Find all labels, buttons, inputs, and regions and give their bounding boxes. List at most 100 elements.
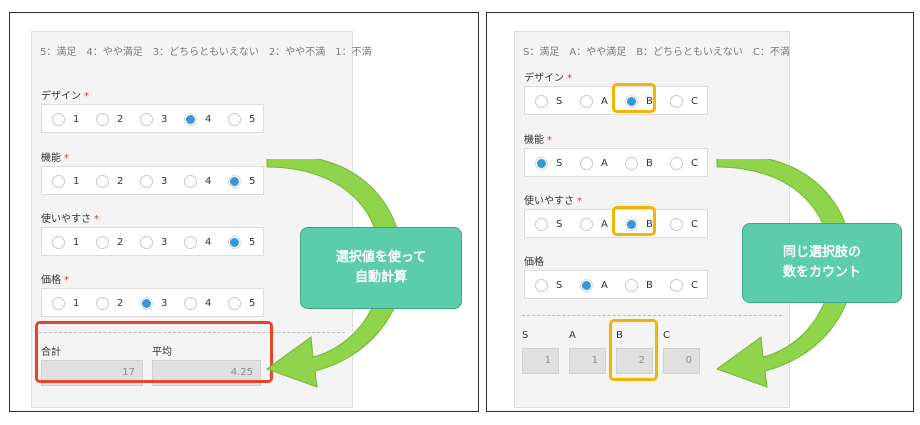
scale-legend: S：満足 A：やや満足 B：どちらともいえない C：不満 xyxy=(523,47,790,58)
radio-unchecked-icon[interactable] xyxy=(670,156,683,170)
radio-option[interactable]: 4 xyxy=(184,174,211,188)
radio-option[interactable]: 1 xyxy=(52,174,79,188)
radio-unchecked-icon[interactable] xyxy=(184,235,197,249)
radio-unchecked-icon[interactable] xyxy=(580,94,593,108)
required-mark: * xyxy=(577,196,582,207)
right-example-panel: S：満足 A：やや満足 B：どちらともいえない C：不満 デザイン * SABC … xyxy=(486,12,914,412)
radio-option[interactable]: 4 xyxy=(184,235,211,249)
radio-option-label: C xyxy=(691,95,698,107)
radio-option[interactable]: S xyxy=(535,94,562,108)
radio-option[interactable]: S xyxy=(535,217,562,231)
radio-checked-icon[interactable] xyxy=(140,296,153,310)
radio-option[interactable]: 1 xyxy=(52,296,79,310)
radio-unchecked-icon[interactable] xyxy=(140,112,153,126)
radio-unchecked-icon[interactable] xyxy=(670,278,683,292)
radio-option[interactable]: B xyxy=(625,278,653,292)
radio-unchecked-icon[interactable] xyxy=(670,94,683,108)
radio-unchecked-icon[interactable] xyxy=(96,174,109,188)
count-field-a: 1 xyxy=(569,348,606,374)
radio-unchecked-icon[interactable] xyxy=(580,156,593,170)
radio-option-label: C xyxy=(691,279,698,291)
radio-checked-icon[interactable] xyxy=(535,156,548,170)
radio-option[interactable]: C xyxy=(670,278,698,292)
radio-option[interactable]: S xyxy=(535,278,562,292)
radio-option[interactable]: 4 xyxy=(184,296,211,310)
radio-option-label: C xyxy=(691,157,698,169)
radio-option[interactable]: 3 xyxy=(140,112,167,126)
radio-option[interactable]: A xyxy=(580,278,608,292)
radio-unchecked-icon[interactable] xyxy=(535,278,548,292)
radio-option[interactable]: B xyxy=(625,156,653,170)
required-mark: * xyxy=(547,135,552,146)
highlight-usability-b xyxy=(612,206,656,236)
radio-option-label: A xyxy=(601,95,608,107)
radio-option-label: 4 xyxy=(205,236,212,248)
radio-option[interactable]: A xyxy=(580,217,608,231)
radio-unchecked-icon[interactable] xyxy=(52,235,65,249)
radio-option[interactable]: 5 xyxy=(228,174,255,188)
field-label-price: 価格 * xyxy=(41,275,69,286)
radio-option[interactable]: 2 xyxy=(96,112,123,126)
radio-option-label: 5 xyxy=(249,113,256,125)
radio-option-label: B xyxy=(646,157,653,169)
radio-option[interactable]: 2 xyxy=(96,296,123,310)
radio-unchecked-icon[interactable] xyxy=(228,296,241,310)
radio-option[interactable]: 5 xyxy=(228,296,255,310)
radio-option[interactable]: A xyxy=(580,94,608,108)
radio-unchecked-icon[interactable] xyxy=(535,94,548,108)
radio-option-label: 3 xyxy=(161,113,168,125)
radio-unchecked-icon[interactable] xyxy=(184,296,197,310)
radio-checked-icon[interactable] xyxy=(580,278,593,292)
left-example-panel: 5：満足 4：やや満足 3：どちらともいえない 2：やや不満 1：不満 デザイン… xyxy=(9,12,479,412)
radio-unchecked-icon[interactable] xyxy=(625,156,638,170)
radio-unchecked-icon[interactable] xyxy=(96,112,109,126)
radio-option[interactable]: A xyxy=(580,156,608,170)
radio-option[interactable]: 5 xyxy=(228,235,255,249)
radio-unchecked-icon[interactable] xyxy=(140,174,153,188)
radio-option-label: 3 xyxy=(161,297,168,309)
count-label-s: S xyxy=(522,330,529,341)
radio-group-function: SABC xyxy=(524,148,708,177)
radio-option-label: 2 xyxy=(117,297,124,309)
radio-option[interactable]: 4 xyxy=(184,112,211,126)
radio-option[interactable]: 3 xyxy=(140,296,167,310)
radio-unchecked-icon[interactable] xyxy=(535,217,548,231)
count-field-c: 0 xyxy=(663,348,700,374)
radio-unchecked-icon[interactable] xyxy=(52,112,65,126)
radio-option-label: S xyxy=(556,218,563,230)
radio-option[interactable]: 3 xyxy=(140,174,167,188)
radio-option[interactable]: 1 xyxy=(52,112,79,126)
radio-option[interactable]: S xyxy=(535,156,562,170)
radio-unchecked-icon[interactable] xyxy=(140,235,153,249)
required-mark: * xyxy=(94,214,99,225)
radio-option[interactable]: 1 xyxy=(52,235,79,249)
radio-unchecked-icon[interactable] xyxy=(625,278,638,292)
radio-option[interactable]: 5 xyxy=(228,112,255,126)
radio-unchecked-icon[interactable] xyxy=(670,217,683,231)
radio-option[interactable]: 2 xyxy=(96,235,123,249)
radio-unchecked-icon[interactable] xyxy=(228,112,241,126)
radio-option[interactable]: C xyxy=(670,217,698,231)
radio-checked-icon[interactable] xyxy=(184,112,197,126)
radio-option[interactable]: 2 xyxy=(96,174,123,188)
field-label-function: 機能 * xyxy=(41,153,69,164)
radio-unchecked-icon[interactable] xyxy=(96,235,109,249)
count-field-s: 1 xyxy=(522,348,559,374)
required-mark: * xyxy=(64,275,69,286)
radio-unchecked-icon[interactable] xyxy=(52,296,65,310)
radio-checked-icon[interactable] xyxy=(228,174,241,188)
required-mark: * xyxy=(567,73,572,84)
radio-option-label: B xyxy=(646,279,653,291)
radio-option-label: 3 xyxy=(161,175,168,187)
radio-unchecked-icon[interactable] xyxy=(96,296,109,310)
radio-unchecked-icon[interactable] xyxy=(184,174,197,188)
radio-checked-icon[interactable] xyxy=(228,235,241,249)
radio-unchecked-icon[interactable] xyxy=(580,217,593,231)
radio-unchecked-icon[interactable] xyxy=(52,174,65,188)
radio-option-label: 1 xyxy=(73,236,80,248)
count-label-a: A xyxy=(569,330,576,341)
radio-option[interactable]: C xyxy=(670,94,698,108)
radio-group-design: 1 2 3 4 5 xyxy=(41,104,264,133)
radio-option[interactable]: 3 xyxy=(140,235,167,249)
radio-option[interactable]: C xyxy=(670,156,698,170)
